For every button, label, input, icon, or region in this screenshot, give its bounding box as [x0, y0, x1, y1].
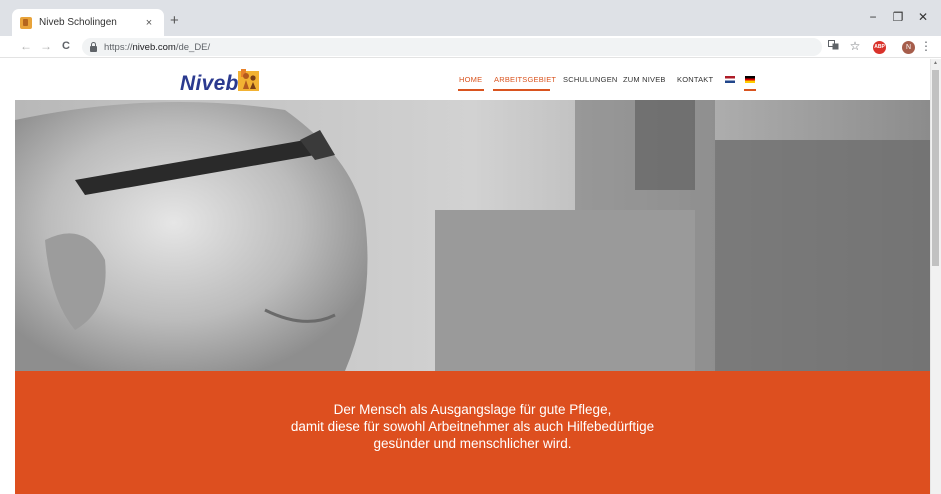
niveb-logo[interactable]: Niveb	[180, 72, 239, 96]
address-bar[interactable]: https://niveb.com/de_DE/	[82, 38, 822, 56]
language-underline	[744, 89, 756, 91]
nav-home-underline	[458, 89, 484, 91]
close-window-button[interactable]: ✕	[913, 10, 933, 24]
browser-toolbar: ← → C https://niveb.com/de_DE/ ☆ ⋮	[0, 36, 941, 58]
nav-home[interactable]: HOME	[459, 75, 482, 84]
tagline-line-2: damit diese für sowohl Arbeitnehmer als …	[290, 419, 655, 434]
niveb-logo-mark-icon	[238, 69, 259, 91]
tab-title: Niveb Scholingen	[39, 17, 117, 28]
tab-close-icon[interactable]: ×	[142, 17, 156, 29]
browser-tab[interactable]: Niveb Scholingen ×	[12, 9, 164, 36]
reload-button[interactable]: C	[58, 38, 74, 54]
nav-kontakt[interactable]: KONTAKT	[677, 75, 713, 84]
back-button[interactable]: ←	[18, 38, 34, 54]
profile-avatar[interactable]: N	[902, 41, 915, 54]
url-text: https://niveb.com/de_DE/	[104, 41, 211, 53]
minimize-button[interactable]: −	[863, 10, 883, 24]
translate-icon[interactable]	[826, 40, 840, 55]
browser-titlebar: Niveb Scholingen × + − ❐ ✕	[0, 0, 941, 36]
nav-arbeitsgebiet-underline	[493, 89, 550, 91]
de-flag-icon[interactable]	[745, 76, 755, 83]
new-tab-button[interactable]: +	[170, 13, 179, 28]
nav-schulungen[interactable]: SCHULUNGEN	[563, 75, 618, 84]
forward-button[interactable]: →	[38, 38, 54, 54]
browser-menu-icon[interactable]: ⋮	[920, 39, 932, 53]
nl-flag-icon[interactable]	[725, 76, 735, 83]
page-margin	[0, 59, 15, 494]
adblock-icon[interactable]: ABP	[873, 41, 886, 54]
scroll-thumb[interactable]	[932, 70, 939, 266]
nav-arbeitsgebiet[interactable]: ARBEITSGEBIET	[494, 75, 556, 84]
scroll-up-arrow-icon[interactable]: ▲	[933, 60, 938, 66]
tagline-line-1: Der Mensch als Ausgangslage für gute Pfl…	[333, 402, 612, 417]
maximize-button[interactable]: ❐	[888, 10, 908, 24]
nav-zum-niveb[interactable]: ZUM NIVEB	[623, 75, 666, 84]
bookmark-star-icon[interactable]: ☆	[848, 39, 862, 53]
hero-image	[15, 100, 930, 371]
lock-icon	[90, 41, 97, 52]
tagline-line-3: gesünder und menschlicher wird.	[373, 436, 572, 451]
niveb-favicon-icon	[20, 16, 32, 29]
tagline: Der Mensch als Ausgangslage für gute Pfl…	[15, 401, 930, 452]
